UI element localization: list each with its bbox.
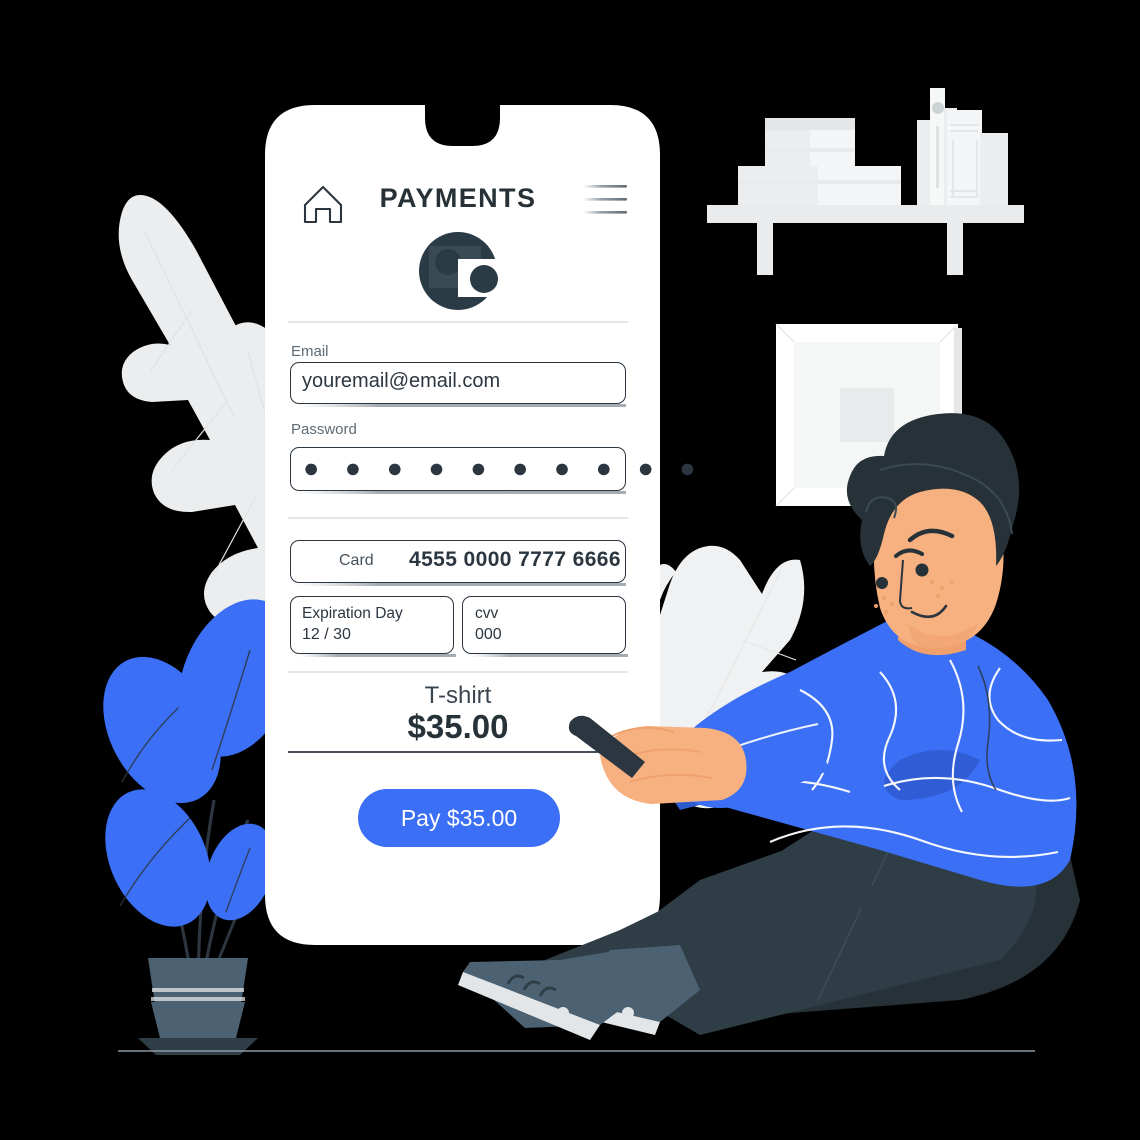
hamburger-menu-button[interactable] — [578, 178, 634, 220]
email-label: Email — [291, 343, 329, 360]
payment-logo-button[interactable] — [419, 232, 497, 310]
wall-shelf — [707, 88, 1024, 275]
cvv-label: cvv — [475, 605, 499, 622]
card-label: Card — [339, 552, 374, 569]
card-number-value: 4555 0000 7777 6666 — [409, 548, 621, 571]
shoe-front — [458, 950, 640, 1040]
pay-button[interactable]: Pay $35.00 — [358, 789, 560, 847]
cvv-value: 000 — [475, 626, 502, 643]
product-name: T-shirt — [424, 682, 492, 709]
expiration-value: 12 / 30 — [302, 626, 351, 643]
expiration-label: Expiration Day — [302, 605, 403, 622]
password-value: ● ● ● ● ● ● ● ● ● ● — [303, 453, 705, 483]
home-icon-button[interactable] — [300, 182, 346, 224]
email-value: youremail@email.com — [302, 370, 501, 392]
illustration-canvas: PAYMENTS Email youremail@email.com Passw… — [0, 0, 1140, 1140]
product-price: $35.00 — [407, 708, 509, 745]
password-label: Password — [291, 421, 357, 438]
